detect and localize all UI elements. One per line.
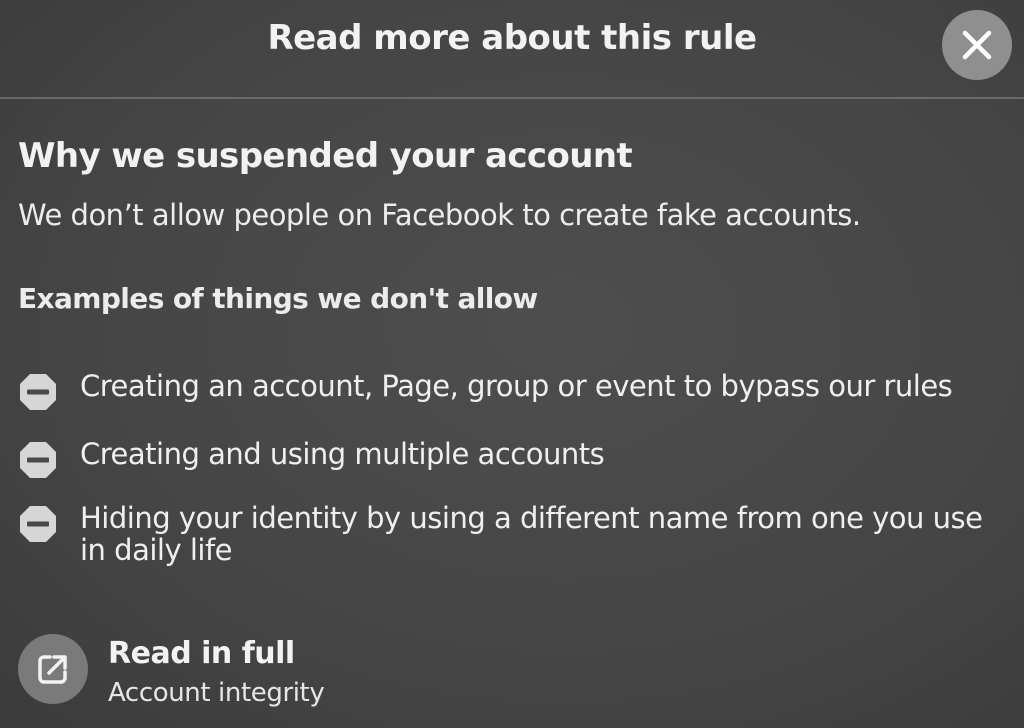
example-text: Creating and using multiple accounts [80,437,605,471]
rule-dialog: Read more about this rule Why we suspend… [0,0,1024,728]
close-icon [962,30,992,60]
dialog-header: Read more about this rule [0,0,1024,96]
minus-octagon-icon [20,506,56,542]
dialog-title: Read more about this rule [267,18,757,58]
read-in-full-link[interactable]: Read in full Account integrity [18,630,518,720]
minus-octagon-icon [20,442,56,478]
read-in-full-title: Read in full [108,636,295,671]
example-text: Hiding your identity by using a differen… [80,501,983,567]
header-divider [0,97,1024,99]
suspension-reason-description: We don’t allow people on Facebook to cre… [18,198,861,232]
external-link-icon [38,655,67,684]
read-in-full-subtitle: Account integrity [108,678,325,708]
close-button[interactable] [942,10,1012,80]
example-text: Creating an account, Page, group or even… [80,369,953,403]
read-in-full-icon-circle [18,634,88,704]
suspension-reason-heading: Why we suspended your account [18,136,633,176]
examples-heading: Examples of things we don't allow [18,282,538,315]
minus-octagon-icon [20,374,56,410]
